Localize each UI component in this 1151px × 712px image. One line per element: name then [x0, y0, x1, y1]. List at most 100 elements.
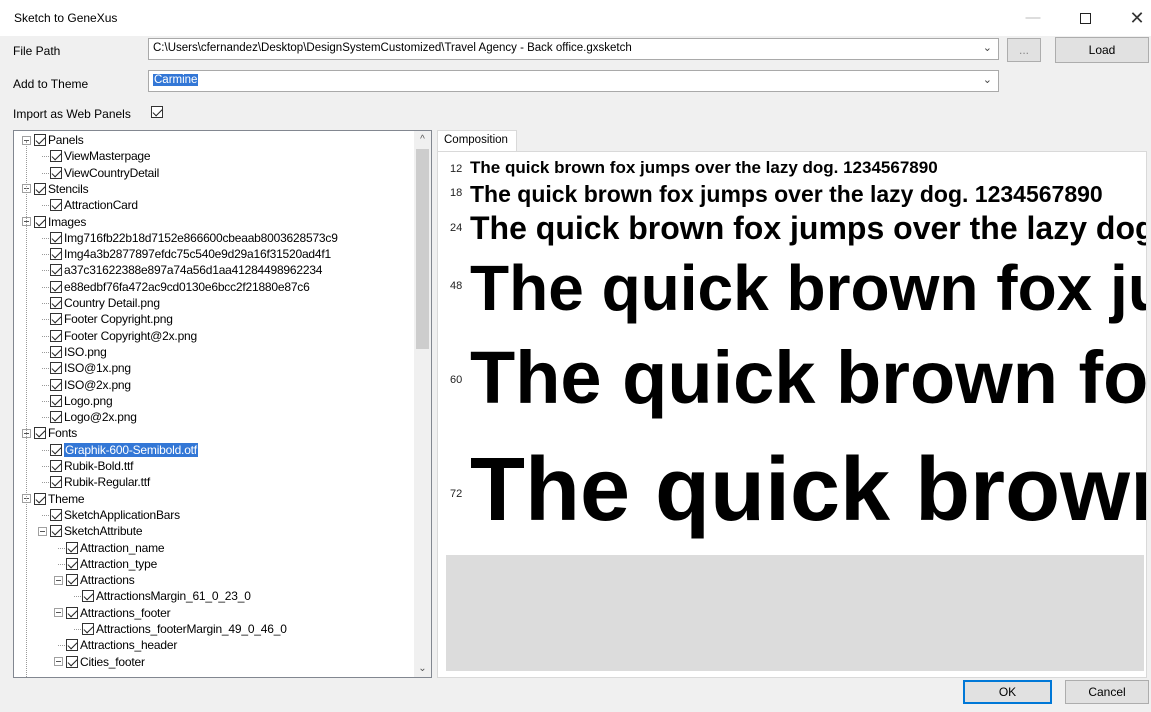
- maximize-button[interactable]: [1068, 6, 1102, 30]
- tree-node-checkbox[interactable]: [50, 264, 62, 277]
- tree-node-checkbox[interactable]: [50, 345, 62, 358]
- tree-node[interactable]: Graphik-600-Semibold.otf: [42, 442, 198, 458]
- file-path-label: File Path: [13, 44, 61, 58]
- tree-node-checkbox[interactable]: [50, 329, 62, 342]
- scroll-up-icon[interactable]: ^: [414, 131, 431, 148]
- tree-node-checkbox[interactable]: [66, 655, 78, 668]
- tree-node[interactable]: Fonts: [22, 425, 77, 441]
- close-button[interactable]: ✕: [1120, 6, 1151, 30]
- tree-node-checkbox[interactable]: [66, 606, 78, 619]
- chevron-down-icon[interactable]: ⌄: [983, 73, 992, 86]
- tree-node-checkbox[interactable]: [82, 590, 94, 603]
- tree-node-checkbox[interactable]: [82, 623, 94, 635]
- tree-node-checkbox[interactable]: [66, 639, 78, 652]
- tree-node[interactable]: Attractions_footer: [54, 605, 171, 621]
- font-size-label: 18: [450, 187, 463, 199]
- tree-node[interactable]: ISO@1x.png: [42, 360, 131, 376]
- tree-node-checkbox[interactable]: [50, 166, 62, 179]
- tree-node[interactable]: Attractions_footerMargin_49_0_46_0: [74, 621, 287, 637]
- tree-node-checkbox[interactable]: [50, 411, 62, 424]
- tree-node-checkbox[interactable]: [66, 574, 78, 587]
- tree-connector: [42, 254, 49, 256]
- tree-node-checkbox[interactable]: [50, 280, 62, 293]
- tree-node-checkbox[interactable]: [50, 231, 62, 244]
- browse-button[interactable]: ...: [1007, 38, 1041, 62]
- tree-node-checkbox[interactable]: [66, 557, 78, 570]
- tree-node[interactable]: a37c31622388e897a74a56d1aa41284498962234: [42, 262, 322, 278]
- tree-node[interactable]: AttractionsMargin_61_0_23_0: [74, 588, 251, 604]
- tree-node-checkbox[interactable]: [34, 215, 46, 228]
- chevron-down-icon[interactable]: ⌄: [983, 41, 992, 54]
- tree-node[interactable]: Attractions_header: [58, 637, 177, 653]
- tree-node-checkbox[interactable]: [50, 443, 62, 456]
- tree-connector: [42, 319, 49, 321]
- tree-node-checkbox[interactable]: [50, 378, 62, 391]
- tree-node-checkbox[interactable]: [50, 394, 62, 407]
- font-size-label: 24: [450, 222, 463, 234]
- tree-node-checkbox[interactable]: [34, 492, 46, 505]
- tree-node[interactable]: Logo.png: [42, 393, 113, 409]
- tree-node[interactable]: Stencils: [22, 181, 89, 197]
- collapse-icon[interactable]: [54, 657, 63, 667]
- tree-node-checkbox[interactable]: [50, 248, 62, 261]
- tree-scrollbar[interactable]: ^ ⌄: [414, 131, 431, 677]
- tab-composition[interactable]: Composition: [437, 130, 517, 152]
- tree-node[interactable]: ViewMasterpage: [42, 148, 151, 164]
- collapse-icon[interactable]: [54, 575, 63, 585]
- tree-node[interactable]: AttractionCard: [42, 197, 138, 213]
- theme-combo[interactable]: Carmine ⌄: [148, 70, 999, 92]
- tree-node[interactable]: Panels: [22, 132, 84, 148]
- scroll-thumb[interactable]: [416, 149, 429, 349]
- tree-node[interactable]: Cities_footer: [54, 654, 145, 670]
- tree-node-checkbox[interactable]: [66, 541, 78, 554]
- collapse-icon[interactable]: [54, 608, 63, 618]
- tree-node-checkbox[interactable]: [50, 199, 62, 212]
- load-button[interactable]: Load: [1055, 37, 1149, 63]
- tree-node[interactable]: Logo@2x.png: [42, 409, 137, 425]
- tree-node[interactable]: Img716fb22b18d7152e866600cbeaab800362857…: [42, 230, 338, 246]
- tree-node-checkbox[interactable]: [50, 476, 62, 489]
- tree-node[interactable]: Rubik-Bold.ttf: [42, 458, 133, 474]
- tree-node-checkbox[interactable]: [50, 525, 62, 538]
- tree-connector: [42, 286, 49, 288]
- tree-node[interactable]: ViewCountryDetail: [42, 165, 159, 181]
- tree-node[interactable]: e88edbf76fa472ac9cd0130e6bcc2f21880e87c6: [42, 279, 310, 295]
- tree-node-checkbox[interactable]: [50, 150, 62, 163]
- tree-node[interactable]: ISO@2x.png: [42, 377, 131, 393]
- tree-node-checkbox[interactable]: [50, 362, 62, 375]
- import-web-panels-checkbox[interactable]: [151, 106, 163, 118]
- tree-node-label: AttractionCard: [64, 198, 138, 213]
- tree-node[interactable]: Images: [22, 214, 86, 230]
- scroll-down-icon[interactable]: ⌄: [414, 660, 431, 677]
- tree-node[interactable]: Attraction_type: [58, 556, 157, 572]
- tree-connector: [58, 547, 65, 549]
- tree-node[interactable]: Rubik-Regular.ttf: [42, 474, 150, 490]
- file-path-combo[interactable]: C:\Users\cfernandez\Desktop\DesignSystem…: [148, 38, 999, 60]
- tree-node-checkbox[interactable]: [50, 508, 62, 521]
- tree-node[interactable]: Theme: [22, 491, 85, 507]
- tree-node-checkbox[interactable]: [34, 427, 46, 440]
- tree-node[interactable]: Img4a3b2877897efdc75c540e9d29a16f31520ad…: [42, 246, 331, 262]
- tree-node[interactable]: Country Detail.png: [42, 295, 160, 311]
- tree-connector: [42, 400, 49, 402]
- tree-node[interactable]: SketchAttribute: [38, 523, 143, 539]
- tree-node-label: Footer Copyright@2x.png: [64, 328, 197, 343]
- tree-node-checkbox[interactable]: [34, 134, 46, 146]
- tree-node[interactable]: Footer Copyright.png: [42, 311, 173, 327]
- tree-node-checkbox[interactable]: [50, 460, 62, 472]
- tree-node[interactable]: ISO.png: [42, 344, 107, 360]
- tree-connector: [42, 466, 49, 467]
- minimize-button[interactable]: —: [1016, 6, 1050, 30]
- collapse-icon[interactable]: [38, 526, 47, 536]
- ok-button[interactable]: OK: [963, 680, 1052, 704]
- tree-node[interactable]: Footer Copyright@2x.png: [42, 328, 197, 344]
- tree-node[interactable]: Attractions: [54, 572, 135, 588]
- tree-node[interactable]: Attraction_name: [58, 540, 165, 556]
- tree-node-checkbox[interactable]: [34, 182, 46, 195]
- tree-node-checkbox[interactable]: [50, 297, 62, 309]
- tree-connector: [42, 237, 49, 239]
- tree-node[interactable]: SketchApplicationBars: [42, 507, 180, 523]
- tree-node-checkbox[interactable]: [50, 313, 62, 326]
- cancel-button[interactable]: Cancel: [1065, 680, 1149, 704]
- tree-node-label: Footer Copyright.png: [64, 312, 173, 327]
